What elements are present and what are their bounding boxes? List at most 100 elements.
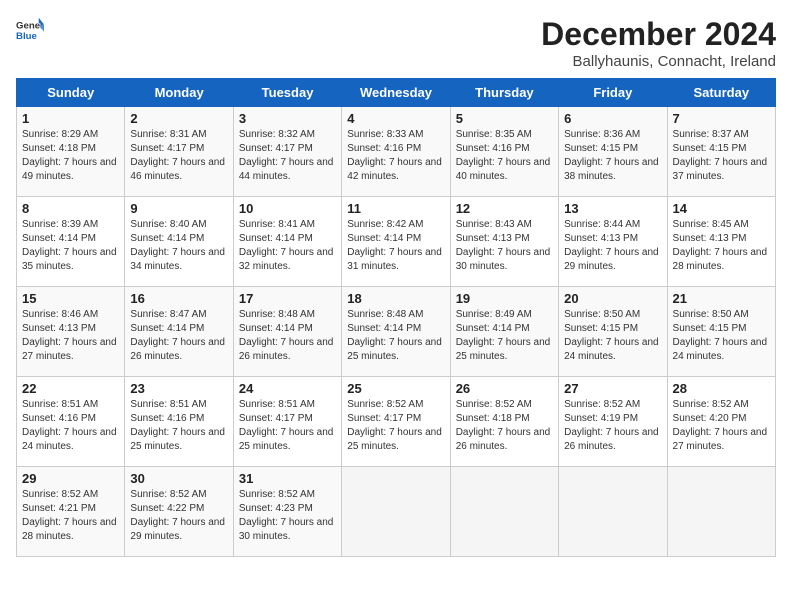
day-number: 7 — [673, 111, 770, 126]
calendar-week-4: 22 Sunrise: 8:51 AM Sunset: 4:16 PM Dayl… — [17, 377, 776, 467]
day-info: Sunrise: 8:29 AM Sunset: 4:18 PM Dayligh… — [22, 128, 119, 184]
day-info: Sunrise: 8:51 AM Sunset: 4:16 PM Dayligh… — [22, 398, 119, 454]
day-info: Sunrise: 8:32 AM Sunset: 4:17 PM Dayligh… — [239, 128, 336, 184]
calendar-cell: 20 Sunrise: 8:50 AM Sunset: 4:15 PM Dayl… — [559, 287, 667, 377]
day-number: 17 — [239, 291, 336, 306]
day-info: Sunrise: 8:40 AM Sunset: 4:14 PM Dayligh… — [130, 218, 227, 274]
day-number: 27 — [564, 381, 661, 396]
day-info: Sunrise: 8:50 AM Sunset: 4:15 PM Dayligh… — [564, 308, 661, 364]
day-number: 29 — [22, 471, 119, 486]
day-info: Sunrise: 8:52 AM Sunset: 4:22 PM Dayligh… — [130, 488, 227, 544]
page-header: General Blue December 2024 Ballyhaunis, … — [16, 16, 776, 70]
day-info: Sunrise: 8:45 AM Sunset: 4:13 PM Dayligh… — [673, 218, 770, 274]
calendar-cell: 18 Sunrise: 8:48 AM Sunset: 4:14 PM Dayl… — [342, 287, 450, 377]
day-info: Sunrise: 8:43 AM Sunset: 4:13 PM Dayligh… — [456, 218, 553, 274]
day-number: 5 — [456, 111, 553, 126]
day-number: 16 — [130, 291, 227, 306]
calendar-week-3: 15 Sunrise: 8:46 AM Sunset: 4:13 PM Dayl… — [17, 287, 776, 377]
day-number: 24 — [239, 381, 336, 396]
calendar-cell: 22 Sunrise: 8:51 AM Sunset: 4:16 PM Dayl… — [17, 377, 125, 467]
day-info: Sunrise: 8:42 AM Sunset: 4:14 PM Dayligh… — [347, 218, 444, 274]
day-number: 26 — [456, 381, 553, 396]
calendar-cell — [559, 467, 667, 557]
day-info: Sunrise: 8:31 AM Sunset: 4:17 PM Dayligh… — [130, 128, 227, 184]
day-number: 3 — [239, 111, 336, 126]
calendar-cell: 21 Sunrise: 8:50 AM Sunset: 4:15 PM Dayl… — [667, 287, 775, 377]
calendar-cell: 5 Sunrise: 8:35 AM Sunset: 4:16 PM Dayli… — [450, 107, 558, 197]
title-block: December 2024 Ballyhaunis, Connacht, Ire… — [541, 16, 776, 70]
day-info: Sunrise: 8:39 AM Sunset: 4:14 PM Dayligh… — [22, 218, 119, 274]
calendar-cell: 4 Sunrise: 8:33 AM Sunset: 4:16 PM Dayli… — [342, 107, 450, 197]
day-info: Sunrise: 8:52 AM Sunset: 4:19 PM Dayligh… — [564, 398, 661, 454]
day-info: Sunrise: 8:49 AM Sunset: 4:14 PM Dayligh… — [456, 308, 553, 364]
header-thursday: Thursday — [450, 79, 558, 107]
day-number: 9 — [130, 201, 227, 216]
day-number: 11 — [347, 201, 444, 216]
calendar-cell: 26 Sunrise: 8:52 AM Sunset: 4:18 PM Dayl… — [450, 377, 558, 467]
calendar-cell: 2 Sunrise: 8:31 AM Sunset: 4:17 PM Dayli… — [125, 107, 233, 197]
calendar-cell: 9 Sunrise: 8:40 AM Sunset: 4:14 PM Dayli… — [125, 197, 233, 287]
logo-icon: General Blue — [16, 16, 44, 44]
day-number: 4 — [347, 111, 444, 126]
calendar-cell: 7 Sunrise: 8:37 AM Sunset: 4:15 PM Dayli… — [667, 107, 775, 197]
day-info: Sunrise: 8:52 AM Sunset: 4:20 PM Dayligh… — [673, 398, 770, 454]
day-number: 6 — [564, 111, 661, 126]
day-number: 1 — [22, 111, 119, 126]
calendar-cell: 17 Sunrise: 8:48 AM Sunset: 4:14 PM Dayl… — [233, 287, 341, 377]
day-info: Sunrise: 8:52 AM Sunset: 4:23 PM Dayligh… — [239, 488, 336, 544]
svg-text:Blue: Blue — [16, 31, 37, 42]
day-number: 14 — [673, 201, 770, 216]
day-info: Sunrise: 8:52 AM Sunset: 4:21 PM Dayligh… — [22, 488, 119, 544]
header-wednesday: Wednesday — [342, 79, 450, 107]
day-number: 31 — [239, 471, 336, 486]
calendar-week-5: 29 Sunrise: 8:52 AM Sunset: 4:21 PM Dayl… — [17, 467, 776, 557]
location-title: Ballyhaunis, Connacht, Ireland — [541, 53, 776, 70]
day-info: Sunrise: 8:35 AM Sunset: 4:16 PM Dayligh… — [456, 128, 553, 184]
calendar-cell: 19 Sunrise: 8:49 AM Sunset: 4:14 PM Dayl… — [450, 287, 558, 377]
day-number: 20 — [564, 291, 661, 306]
day-info: Sunrise: 8:33 AM Sunset: 4:16 PM Dayligh… — [347, 128, 444, 184]
header-friday: Friday — [559, 79, 667, 107]
month-title: December 2024 — [541, 16, 776, 53]
header-saturday: Saturday — [667, 79, 775, 107]
day-number: 19 — [456, 291, 553, 306]
header-monday: Monday — [125, 79, 233, 107]
calendar-cell: 16 Sunrise: 8:47 AM Sunset: 4:14 PM Dayl… — [125, 287, 233, 377]
day-number: 23 — [130, 381, 227, 396]
calendar-cell: 29 Sunrise: 8:52 AM Sunset: 4:21 PM Dayl… — [17, 467, 125, 557]
day-number: 2 — [130, 111, 227, 126]
day-number: 12 — [456, 201, 553, 216]
calendar-table: Sunday Monday Tuesday Wednesday Thursday… — [16, 78, 776, 557]
day-number: 25 — [347, 381, 444, 396]
calendar-cell: 30 Sunrise: 8:52 AM Sunset: 4:22 PM Dayl… — [125, 467, 233, 557]
day-info: Sunrise: 8:51 AM Sunset: 4:16 PM Dayligh… — [130, 398, 227, 454]
calendar-cell: 6 Sunrise: 8:36 AM Sunset: 4:15 PM Dayli… — [559, 107, 667, 197]
calendar-week-2: 8 Sunrise: 8:39 AM Sunset: 4:14 PM Dayli… — [17, 197, 776, 287]
day-info: Sunrise: 8:44 AM Sunset: 4:13 PM Dayligh… — [564, 218, 661, 274]
day-info: Sunrise: 8:48 AM Sunset: 4:14 PM Dayligh… — [347, 308, 444, 364]
calendar-cell: 3 Sunrise: 8:32 AM Sunset: 4:17 PM Dayli… — [233, 107, 341, 197]
calendar-cell: 12 Sunrise: 8:43 AM Sunset: 4:13 PM Dayl… — [450, 197, 558, 287]
header-sunday: Sunday — [17, 79, 125, 107]
day-number: 22 — [22, 381, 119, 396]
day-number: 30 — [130, 471, 227, 486]
day-info: Sunrise: 8:36 AM Sunset: 4:15 PM Dayligh… — [564, 128, 661, 184]
day-info: Sunrise: 8:48 AM Sunset: 4:14 PM Dayligh… — [239, 308, 336, 364]
calendar-cell: 24 Sunrise: 8:51 AM Sunset: 4:17 PM Dayl… — [233, 377, 341, 467]
calendar-cell — [450, 467, 558, 557]
calendar-cell: 13 Sunrise: 8:44 AM Sunset: 4:13 PM Dayl… — [559, 197, 667, 287]
day-info: Sunrise: 8:47 AM Sunset: 4:14 PM Dayligh… — [130, 308, 227, 364]
calendar-cell — [667, 467, 775, 557]
calendar-cell: 1 Sunrise: 8:29 AM Sunset: 4:18 PM Dayli… — [17, 107, 125, 197]
calendar-cell: 10 Sunrise: 8:41 AM Sunset: 4:14 PM Dayl… — [233, 197, 341, 287]
calendar-cell: 11 Sunrise: 8:42 AM Sunset: 4:14 PM Dayl… — [342, 197, 450, 287]
header-tuesday: Tuesday — [233, 79, 341, 107]
day-info: Sunrise: 8:51 AM Sunset: 4:17 PM Dayligh… — [239, 398, 336, 454]
day-info: Sunrise: 8:37 AM Sunset: 4:15 PM Dayligh… — [673, 128, 770, 184]
calendar-cell: 28 Sunrise: 8:52 AM Sunset: 4:20 PM Dayl… — [667, 377, 775, 467]
calendar-cell: 31 Sunrise: 8:52 AM Sunset: 4:23 PM Dayl… — [233, 467, 341, 557]
day-info: Sunrise: 8:50 AM Sunset: 4:15 PM Dayligh… — [673, 308, 770, 364]
calendar-cell: 15 Sunrise: 8:46 AM Sunset: 4:13 PM Dayl… — [17, 287, 125, 377]
day-info: Sunrise: 8:46 AM Sunset: 4:13 PM Dayligh… — [22, 308, 119, 364]
day-number: 28 — [673, 381, 770, 396]
